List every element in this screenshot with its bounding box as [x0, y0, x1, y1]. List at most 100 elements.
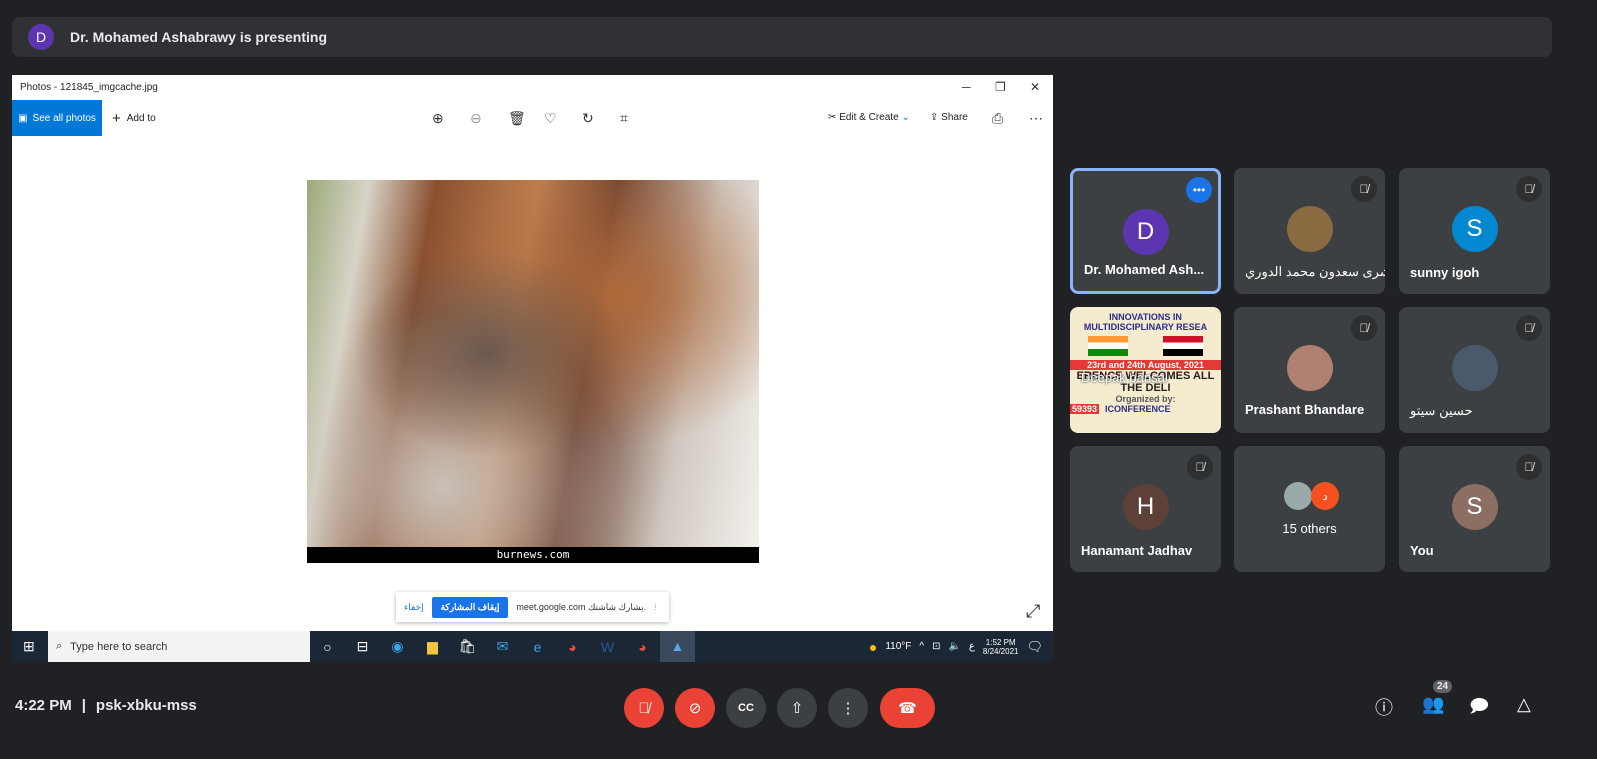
participant-name: Deepak bansal [1081, 370, 1168, 385]
taskbar-search[interactable]: ⌕ Type here to search [48, 631, 310, 662]
more-options-icon[interactable]: ••• [1186, 177, 1212, 203]
heart-icon[interactable]: ♡ [544, 110, 557, 127]
photos-title-bar: Photos - 121845_imgcache.jpg ─ ❐ ✕ [12, 75, 1053, 100]
people-icon[interactable]: 👥 [1422, 694, 1444, 715]
participant-tile[interactable]: 🎙̸ حسين سيتو [1399, 307, 1550, 433]
mail-icon[interactable]: ✉ [485, 638, 520, 655]
photos-toolbar: ▣ See all photos + Add to ⊕ ⊖ 🗑 ♡ ↻ ⌗ ✂ Ed… [12, 100, 1053, 136]
meeting-details-icon[interactable]: ⓘ [1375, 694, 1393, 720]
more-options-button[interactable]: ⋮ [828, 688, 868, 728]
restore-icon[interactable]: ❐ [995, 80, 1006, 94]
participant-tile[interactable]: 🎙̸ Prashant Bhandare [1234, 307, 1385, 433]
current-time: 4:22 PM [15, 697, 72, 714]
drag-handle-icon[interactable]: ⁞ [654, 602, 657, 612]
mic-muted-icon: 🎙̸ [1351, 176, 1377, 202]
clock[interactable]: 1:52 PM 8/24/2021 [983, 638, 1019, 656]
participant-avatar [1286, 345, 1333, 391]
participant-avatar: S [1451, 484, 1498, 530]
participant-name: sunny igoh [1410, 265, 1480, 280]
rotate-icon[interactable]: ↻ [582, 110, 594, 127]
word-icon[interactable]: W [590, 639, 625, 655]
zoom-in-icon[interactable]: ⊕ [432, 110, 444, 127]
camera-off-button[interactable]: ⊘ [675, 688, 715, 728]
windows-start-icon[interactable]: ⊞ [23, 638, 35, 655]
activities-icon[interactable]: △ [1517, 694, 1531, 715]
hide-button[interactable]: إخفاء [404, 602, 424, 613]
cortana-icon[interactable]: ○ [310, 639, 345, 655]
participant-tile[interactable]: ••• D Dr. Mohamed Ash... [1070, 168, 1221, 294]
tray-chevron-icon[interactable]: ^ [919, 641, 924, 652]
presenter-avatar: D [28, 24, 54, 50]
participant-tile[interactable]: 🎙̸ بشرى سعدون محمد الدوري [1234, 168, 1385, 294]
ie-icon[interactable]: e [520, 639, 555, 655]
crop-icon[interactable]: ⌗ [620, 110, 628, 127]
edit-create-button[interactable]: ✂ Edit & Create ⌄ [828, 112, 910, 123]
close-icon[interactable]: ✕ [1030, 80, 1040, 94]
participant-tile[interactable]: 🎙̸ H Hanamant Jadhav [1070, 446, 1221, 572]
share-notice-text: meet.google.com يشارك شاشتك. [516, 601, 647, 612]
file-explorer-icon[interactable]: ▆ [415, 638, 450, 655]
plus-icon: + [112, 109, 121, 127]
photo-caption: burnews.com [307, 547, 759, 563]
participant-avatar: H [1122, 484, 1169, 530]
edge-icon[interactable]: ◉ [380, 638, 415, 655]
meeting-info: 4:22 PM | psk-xbku-mss [15, 697, 197, 714]
task-view-icon[interactable]: ⊟ [345, 638, 380, 655]
camera-off-icon: ⊘ [688, 700, 702, 717]
participant-tile[interactable]: 🎙̸ S You [1399, 446, 1550, 572]
photos-icon: ▣ [18, 112, 28, 124]
print-icon[interactable]: ⎙ [992, 110, 1003, 127]
participant-name: You [1410, 543, 1434, 558]
india-flag-icon [1087, 336, 1128, 356]
participant-avatar: D [1122, 209, 1169, 255]
stop-sharing-button[interactable]: إيقاف المشاركة [431, 596, 509, 618]
hang-up-icon: ☎ [898, 700, 917, 717]
microphone-off-button[interactable]: 🎙̸ [624, 688, 664, 728]
mic-off-icon: 🎙̸ [638, 699, 650, 717]
language-indicator[interactable]: ع [969, 641, 975, 652]
volume-icon[interactable]: 🔈 [948, 641, 960, 652]
see-all-photos-button[interactable]: ▣ See all photos [12, 100, 102, 136]
others-count: 15 others [1282, 521, 1337, 536]
photos-taskbar-icon[interactable]: ▲ [660, 631, 695, 662]
fullscreen-icon[interactable]: ⤢ [1026, 601, 1040, 622]
meeting-code[interactable]: psk-xbku-mss [96, 697, 197, 714]
zoom-out-icon[interactable]: ⊖ [470, 110, 482, 127]
add-to-button[interactable]: + Add to [112, 110, 156, 127]
mic-muted-icon: 🎙̸ [1516, 176, 1542, 202]
network-icon[interactable]: ⊡ [932, 641, 940, 652]
participant-tile[interactable]: 🎙̸ Ssunny igoh [1399, 168, 1550, 294]
windows-taskbar: ⊞ ⌕ Type here to search ○ ⊟ ◉ ▆ 🛍 ✉ e ◕ W… [12, 631, 1053, 662]
captions-icon: CC [738, 702, 754, 714]
more-icon[interactable]: ⋯ [1029, 110, 1043, 127]
window-title: Photos - 121845_imgcache.jpg [20, 82, 158, 93]
displayed-photo: burnews.com [307, 180, 759, 563]
shared-screen: Photos - 121845_imgcache.jpg ─ ❐ ✕ ▣ See … [12, 75, 1053, 662]
chat-icon[interactable]: 🗩 [1469, 694, 1489, 724]
participant-tile[interactable]: د 15 others [1234, 446, 1385, 572]
presenting-text: Dr. Mohamed Ashabrawy is presenting [70, 29, 327, 45]
mic-muted-icon: 🎙̸ [1516, 315, 1542, 341]
participant-count-badge: 24 [1433, 680, 1453, 693]
notifications-icon[interactable]: 🗨 [1026, 639, 1043, 655]
presenting-banner: D Dr. Mohamed Ashabrawy is presenting [12, 17, 1552, 57]
weather-icon: ● [868, 638, 878, 655]
captions-button[interactable]: CC [726, 688, 766, 728]
participant-avatar [1451, 345, 1498, 391]
weather-text[interactable]: 110°F [885, 641, 911, 652]
chrome-icon[interactable]: ◕ [625, 639, 660, 655]
minimize-icon[interactable]: ─ [962, 80, 971, 94]
share-button[interactable]: ⇪ Share [930, 112, 968, 123]
delete-icon[interactable]: 🗑 [508, 110, 526, 127]
participant-avatar: د [1311, 482, 1339, 510]
iraq-flag-icon [1163, 336, 1204, 356]
participant-name: بشرى سعدون محمد الدوري [1245, 264, 1385, 279]
mic-muted-icon: 🎙̸ [1516, 454, 1542, 480]
present-button[interactable]: ⇧ [777, 688, 817, 728]
leave-call-button[interactable]: ☎ [880, 688, 935, 728]
participant-avatar: S [1451, 206, 1498, 252]
participant-name: Hanamant Jadhav [1081, 543, 1193, 558]
participant-tile[interactable]: INNOVATIONS IN MULTIDISCIPLINARY RESEA 2… [1070, 307, 1221, 433]
store-icon[interactable]: 🛍 [450, 638, 485, 655]
chrome-profile-icon[interactable]: ◕ [555, 639, 590, 655]
